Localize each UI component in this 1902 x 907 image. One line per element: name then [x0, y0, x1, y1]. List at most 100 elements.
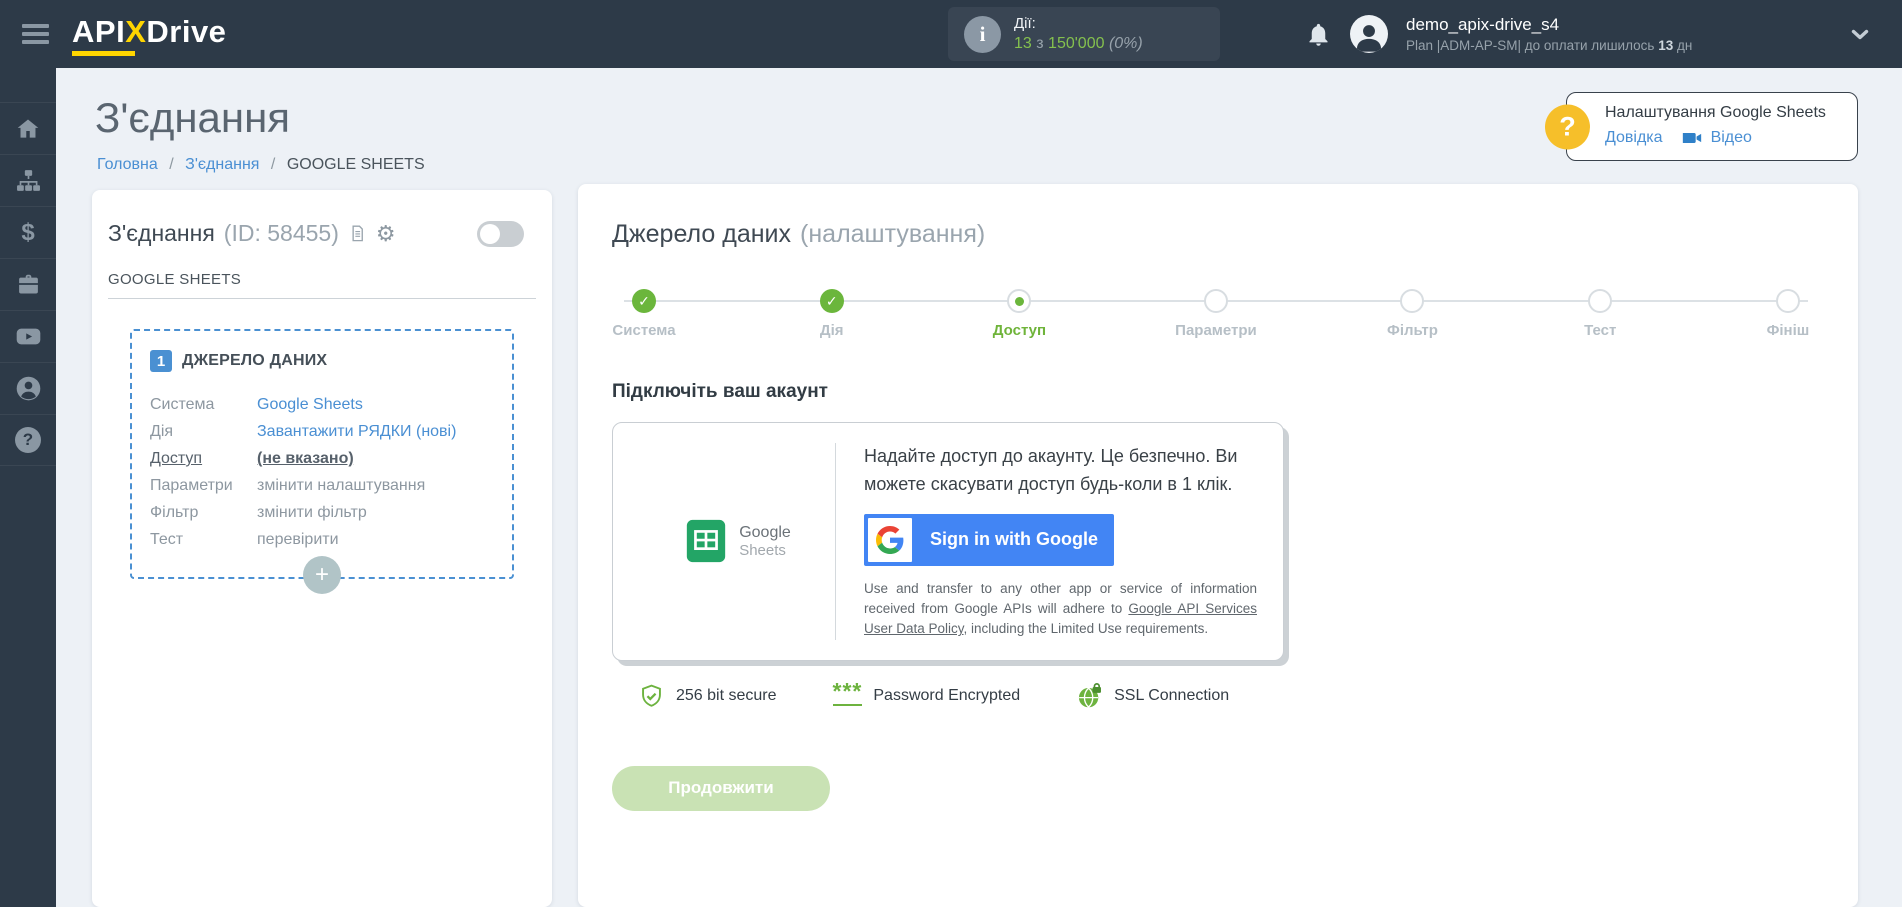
step-circle-done	[820, 289, 844, 313]
row-value-link[interactable]: Завантажити РЯДКИ (нові)	[257, 418, 456, 445]
breadcrumb-separator: /	[169, 156, 173, 173]
badge-password-encrypted: *** Password Encrypted	[833, 686, 1021, 706]
help-docs-link[interactable]: Довідка	[1605, 129, 1663, 147]
row-value-link[interactable]: Google Sheets	[257, 391, 363, 418]
source-row-action: Дія Завантажити РЯДКИ (нові)	[150, 418, 498, 445]
step-parameters[interactable]: Параметри	[1175, 289, 1257, 339]
hamburger-menu-icon[interactable]	[22, 24, 49, 48]
connection-title: З'єднання	[108, 220, 215, 247]
sidebar-item-home[interactable]	[0, 102, 56, 154]
plan-days: 13	[1658, 38, 1673, 53]
actions-value: 13 з 150'000 (0%)	[1014, 35, 1143, 53]
notifications-bell-icon[interactable]	[1305, 21, 1332, 48]
main-content: З'єднання Головна / З'єднання / GOOGLE S…	[56, 68, 1902, 907]
sidebar: $ ?	[0, 68, 56, 907]
sidebar-item-billing[interactable]: $	[0, 206, 56, 258]
briefcase-icon	[16, 272, 41, 297]
settings-title: Джерело даних	[612, 220, 791, 249]
step-number-badge: 1	[150, 350, 172, 372]
connection-id: (ID: 58455)	[224, 220, 339, 247]
topbar: APIXDrive i Дії: 13 з 150'000 (0%) demo_…	[0, 0, 1902, 68]
account-icon	[15, 375, 42, 402]
help-video-link[interactable]: Відео	[1711, 129, 1752, 147]
row-label[interactable]: Доступ	[150, 445, 257, 472]
sidebar-item-services[interactable]	[0, 258, 56, 310]
step-access[interactable]: Доступ	[987, 289, 1051, 339]
breadcrumb-current: GOOGLE SHEETS	[287, 156, 425, 173]
gear-icon[interactable]: ⚙	[376, 223, 396, 245]
video-camera-icon[interactable]	[1681, 127, 1703, 149]
step-circle-pending	[1588, 289, 1612, 313]
row-label: Система	[150, 391, 257, 418]
continue-button[interactable]: Продовжити	[612, 766, 830, 811]
actions-counter: i Дії: 13 з 150'000 (0%)	[948, 7, 1220, 61]
source-row-filter: Фільтр змінити фільтр	[150, 499, 498, 526]
step-circle-pending	[1204, 289, 1228, 313]
step-filter[interactable]: Фільтр	[1380, 289, 1444, 339]
source-row-system: Система Google Sheets	[150, 391, 498, 418]
document-icon[interactable]	[348, 224, 367, 243]
access-description: Надайте доступ до акаунту. Це безпечно. …	[864, 443, 1257, 499]
chevron-down-icon[interactable]	[1848, 22, 1872, 46]
home-icon	[15, 116, 41, 142]
google-connect-box: Google Sheets Надайте доступ до акаунту.…	[612, 422, 1284, 661]
row-label: Дія	[150, 418, 257, 445]
step-finish[interactable]: Фініш	[1756, 289, 1820, 339]
actions-of-word: з	[1036, 35, 1043, 52]
sidebar-item-video[interactable]	[0, 310, 56, 362]
connect-account-heading: Підключіть ваш акаунт	[612, 381, 1820, 403]
step-action[interactable]: Дія	[800, 289, 864, 339]
breadcrumb-separator: /	[271, 156, 275, 173]
source-row-parameters: Параметри змінити налаштування	[150, 472, 498, 499]
help-title: Налаштування Google Sheets	[1605, 104, 1841, 122]
help-box: ? Налаштування Google Sheets Довідка Від…	[1566, 92, 1858, 161]
shield-check-icon	[638, 683, 665, 710]
badge-ssl-connection: SSL Connection	[1076, 683, 1229, 710]
plan-suffix: дн	[1677, 38, 1692, 53]
step-system[interactable]: Система	[612, 289, 676, 339]
add-step-button[interactable]: +	[303, 556, 341, 594]
google-g-icon	[868, 518, 912, 562]
google-api-disclaimer: Use and transfer to any other app or ser…	[864, 579, 1257, 640]
sidebar-item-help[interactable]: ?	[0, 414, 56, 466]
row-value: змінити налаштування	[257, 472, 425, 499]
user-name: demo_apix-drive_s4	[1406, 15, 1724, 35]
sign-in-with-google-button[interactable]: Sign in with Google	[864, 514, 1114, 566]
step-circle-pending	[1400, 289, 1424, 313]
actions-total: 150'000	[1048, 35, 1104, 52]
row-label: Тест	[150, 526, 257, 553]
step-circle-done	[632, 289, 656, 313]
breadcrumb: Головна / З'єднання / GOOGLE SHEETS	[97, 156, 425, 174]
step-test[interactable]: Тест	[1568, 289, 1632, 339]
plan-prefix: Plan |ADM-AP-SM| до оплати лишилось	[1406, 38, 1654, 53]
source-row-test: Тест перевірити	[150, 526, 498, 553]
source-settings-card: Джерело даних (налаштування) Система Дія…	[578, 184, 1858, 907]
sidebar-item-account[interactable]	[0, 362, 56, 414]
logo-part-x: X	[125, 14, 146, 49]
globe-lock-icon	[1076, 683, 1103, 710]
step-circle-active	[1007, 289, 1031, 313]
actions-percent: (0%)	[1109, 35, 1143, 52]
topbar-right-cluster: demo_apix-drive_s4 Plan |ADM-AP-SM| до о…	[1305, 0, 1872, 68]
row-value: перевірити	[257, 526, 339, 553]
actions-used: 13	[1014, 35, 1032, 52]
row-label: Фільтр	[150, 499, 257, 526]
source-row-access: Доступ (не вказано)	[150, 445, 498, 472]
logo-part-drive: Drive	[146, 14, 226, 49]
breadcrumb-section[interactable]: З'єднання	[185, 156, 259, 173]
apixdrive-logo[interactable]: APIXDrive	[72, 14, 226, 50]
breadcrumb-home[interactable]: Головна	[97, 156, 158, 173]
user-avatar[interactable]	[1350, 15, 1388, 53]
data-source-block: 1 ДЖЕРЕЛО ДАНИХ Система Google Sheets Ді…	[130, 329, 514, 579]
progress-stepper: Система Дія Доступ Параметри Фільтр Тест	[612, 289, 1820, 339]
row-value-link[interactable]: (не вказано)	[257, 445, 354, 472]
data-source-title: ДЖЕРЕЛО ДАНИХ	[182, 352, 327, 370]
badge-256-bit: 256 bit secure	[638, 683, 777, 710]
help-question-icon: ?	[1545, 104, 1590, 149]
connection-toggle[interactable]	[477, 221, 524, 247]
row-label: Параметри	[150, 472, 257, 499]
user-menu[interactable]: demo_apix-drive_s4 Plan |ADM-AP-SM| до о…	[1406, 15, 1724, 53]
sidebar-item-connections[interactable]	[0, 154, 56, 206]
actions-label: Дії:	[1014, 15, 1143, 32]
page-title: З'єднання	[95, 94, 290, 142]
